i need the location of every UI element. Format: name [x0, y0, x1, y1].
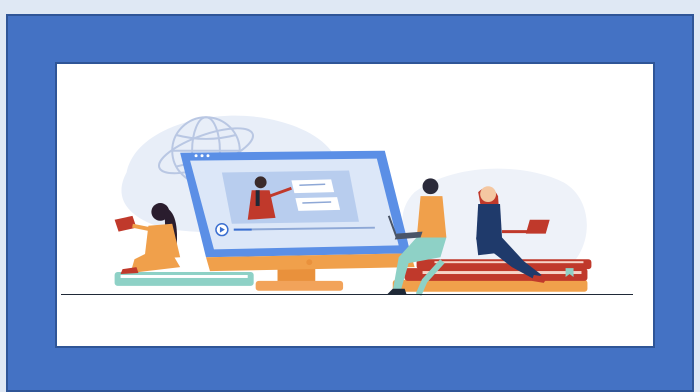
ground-line — [61, 294, 633, 295]
video-player — [221, 170, 359, 224]
illustration-panel — [55, 62, 655, 348]
book-stack-left — [114, 272, 254, 286]
online-learning-illustration — [114, 115, 592, 296]
outer-frame — [6, 14, 694, 392]
